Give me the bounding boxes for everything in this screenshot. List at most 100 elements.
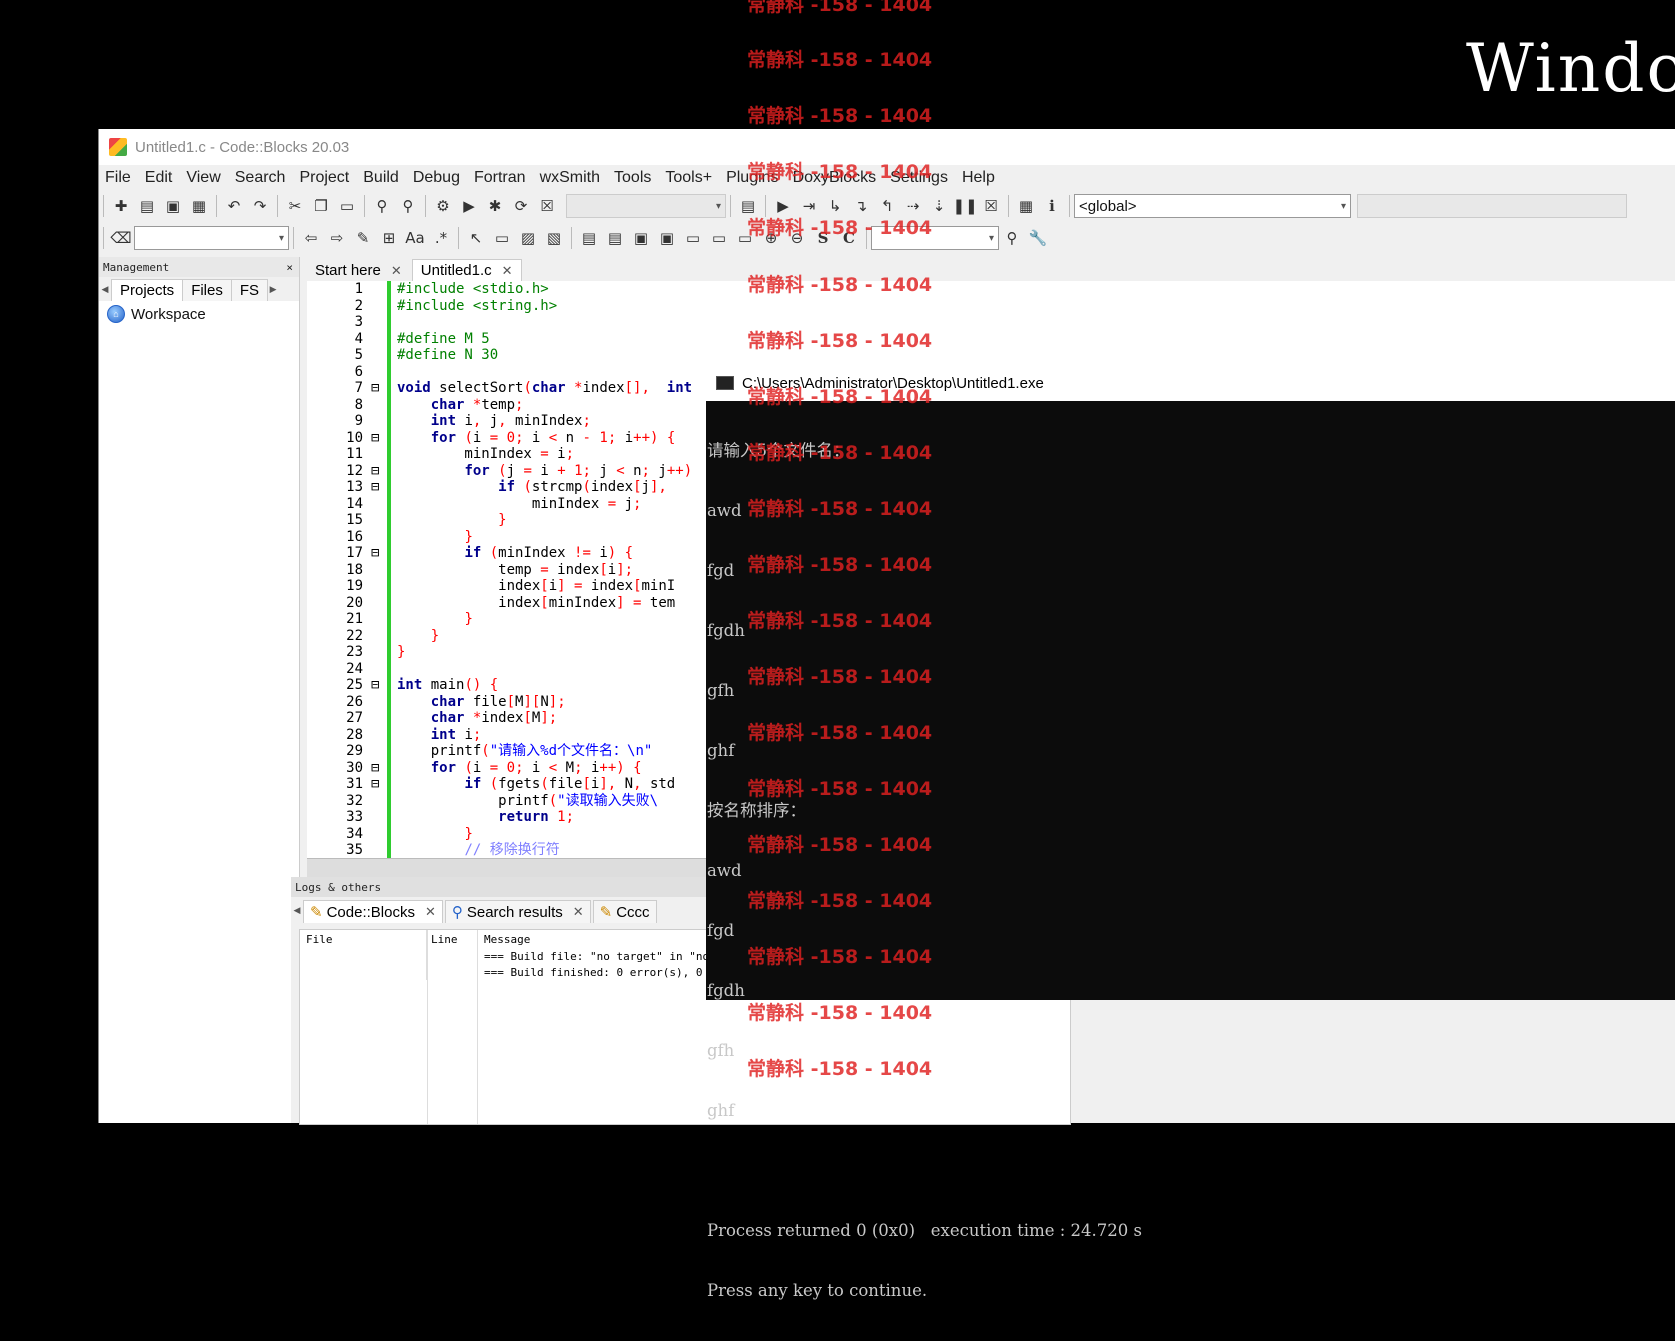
symbol-combo[interactable]: ▾: [871, 226, 999, 250]
tab-start-here[interactable]: Start here ✕: [307, 260, 410, 281]
rebuild-icon[interactable]: ⟳: [511, 196, 531, 216]
tab-untitled1[interactable]: Untitled1.c ✕: [411, 259, 522, 281]
highlight-icon[interactable]: ✎: [353, 228, 373, 248]
stop-debug-icon[interactable]: ☒: [981, 196, 1001, 216]
workspace-tree-item[interactable]: ⌂ Workspace: [99, 301, 299, 327]
find-icon[interactable]: ⚲: [372, 196, 392, 216]
build-gear-icon[interactable]: ⚙: [433, 196, 453, 216]
tab-fs[interactable]: FS: [230, 279, 269, 301]
block6-icon[interactable]: ▭: [709, 228, 729, 248]
tab-cccc[interactable]: ✎ Cccc: [592, 900, 657, 923]
grid-icon[interactable]: ▨: [518, 228, 538, 248]
copy-icon[interactable]: ❐: [311, 196, 331, 216]
next-line-icon[interactable]: ↳: [825, 196, 845, 216]
regex-icon[interactable]: .*: [431, 228, 451, 248]
tab-codeblocks-log[interactable]: ✎ Code::Blocks ✕: [303, 900, 443, 923]
editor-horizontal-scrollbar[interactable]: [307, 858, 707, 877]
pause-icon[interactable]: ❚❚: [952, 196, 977, 216]
column-message[interactable]: Message: [478, 933, 530, 946]
block7-icon[interactable]: ▭: [735, 228, 755, 248]
new-file-icon[interactable]: ✚: [111, 196, 131, 216]
debug-windows-icon[interactable]: ▦: [1016, 196, 1036, 216]
menu-edit[interactable]: Edit: [145, 169, 173, 187]
fold-marker-icon[interactable]: ⊟: [371, 479, 387, 496]
tab-scroll-left-icon[interactable]: ◀: [291, 905, 303, 916]
next-instruction-icon[interactable]: ⇢: [903, 196, 923, 216]
close-tab-icon[interactable]: ✕: [502, 263, 513, 279]
cut-icon[interactable]: ✂: [285, 196, 305, 216]
tab-search-results[interactable]: ⚲ Search results ✕: [444, 900, 591, 923]
menu-tools[interactable]: Tools: [614, 169, 651, 187]
build-run-icon[interactable]: ✱: [485, 196, 505, 216]
menu-tools-plus[interactable]: Tools+: [665, 169, 712, 187]
grid2-icon[interactable]: ▧: [544, 228, 564, 248]
rectangle-icon[interactable]: ▭: [492, 228, 512, 248]
block2-icon[interactable]: ▤: [605, 228, 625, 248]
fold-marker-icon[interactable]: ⊟: [371, 380, 387, 397]
menu-settings[interactable]: Settings: [890, 169, 948, 187]
menu-fortran[interactable]: Fortran: [474, 169, 526, 187]
save-all-icon[interactable]: ▦: [189, 196, 209, 216]
tab-files[interactable]: Files: [182, 279, 232, 301]
menu-plugins[interactable]: Plugins: [726, 169, 778, 187]
block1-icon[interactable]: ▤: [579, 228, 599, 248]
zoom-in-icon[interactable]: ⊕: [761, 228, 781, 248]
fold-marker-icon[interactable]: ⊟: [371, 463, 387, 480]
step-out-icon[interactable]: ↰: [877, 196, 897, 216]
column-line[interactable]: Line: [427, 930, 478, 948]
match-case-icon[interactable]: Aa: [405, 228, 425, 248]
step-into-icon[interactable]: ↴: [851, 196, 871, 216]
menu-wxsmith[interactable]: wxSmith: [540, 169, 600, 187]
jump-forward-icon[interactable]: ⇨: [327, 228, 347, 248]
selection-icon[interactable]: ⊞: [379, 228, 399, 248]
block5-icon[interactable]: ▭: [683, 228, 703, 248]
replace-icon[interactable]: ⚲: [398, 196, 418, 216]
close-tab-icon[interactable]: ✕: [425, 904, 436, 920]
save-icon[interactable]: ▣: [163, 196, 183, 216]
zoom-out-icon[interactable]: ⊖: [787, 228, 807, 248]
menu-help[interactable]: Help: [962, 169, 995, 187]
c-icon[interactable]: C: [839, 228, 859, 248]
fold-marker-icon[interactable]: ⊟: [371, 430, 387, 447]
undo-icon[interactable]: ↶: [224, 196, 244, 216]
console-window[interactable]: C:\Users\Administrator\Desktop\Untitled1…: [706, 365, 1675, 1300]
clear-icon[interactable]: ⌫: [110, 228, 131, 248]
fold-marker-icon[interactable]: ⊟: [371, 545, 387, 562]
run-to-cursor-icon[interactable]: ⇥: [799, 196, 819, 216]
run-icon[interactable]: ▶: [459, 196, 479, 216]
open-file-icon[interactable]: ▤: [137, 196, 157, 216]
pointer-icon[interactable]: ↖: [466, 228, 486, 248]
close-icon[interactable]: ×: [286, 261, 293, 274]
tab-scroll-left-icon[interactable]: ◀: [99, 284, 111, 295]
column-file[interactable]: File: [300, 930, 427, 948]
build-target-combo[interactable]: ▾: [566, 194, 726, 218]
debug-run-icon[interactable]: ▶: [773, 196, 793, 216]
close-tab-icon[interactable]: ✕: [391, 263, 402, 279]
redo-icon[interactable]: ↷: [250, 196, 270, 216]
block4-icon[interactable]: ▣: [657, 228, 677, 248]
build-log-icon[interactable]: ▤: [738, 196, 758, 216]
tab-scroll-right-icon[interactable]: ▶: [267, 284, 279, 295]
function-combo[interactable]: [1357, 194, 1627, 218]
scope-combo[interactable]: <global> ▾: [1074, 194, 1351, 218]
fold-marker-icon[interactable]: ⊟: [371, 760, 387, 777]
tab-projects[interactable]: Projects: [111, 279, 184, 301]
fold-marker-icon[interactable]: ⊟: [371, 776, 387, 793]
search-symbol-icon[interactable]: ⚲: [1002, 228, 1022, 248]
menu-debug[interactable]: Debug: [413, 169, 460, 187]
block3-icon[interactable]: ▣: [631, 228, 651, 248]
paste-icon[interactable]: ▭: [337, 196, 357, 216]
abort-icon[interactable]: ☒: [537, 196, 557, 216]
menu-search[interactable]: Search: [235, 169, 286, 187]
close-tab-icon[interactable]: ✕: [573, 904, 584, 920]
debug-info-icon[interactable]: ℹ: [1042, 196, 1062, 216]
search-combo[interactable]: ▾: [134, 226, 289, 250]
menu-view[interactable]: View: [186, 169, 220, 187]
menu-doxyblocks[interactable]: DoxyBlocks: [793, 169, 877, 187]
jump-back-icon[interactable]: ⇦: [301, 228, 321, 248]
menu-project[interactable]: Project: [299, 169, 349, 187]
s-icon[interactable]: S: [813, 228, 833, 248]
menu-file[interactable]: File: [105, 169, 131, 187]
step-instruction-icon[interactable]: ⇣: [929, 196, 949, 216]
menu-build[interactable]: Build: [363, 169, 399, 187]
